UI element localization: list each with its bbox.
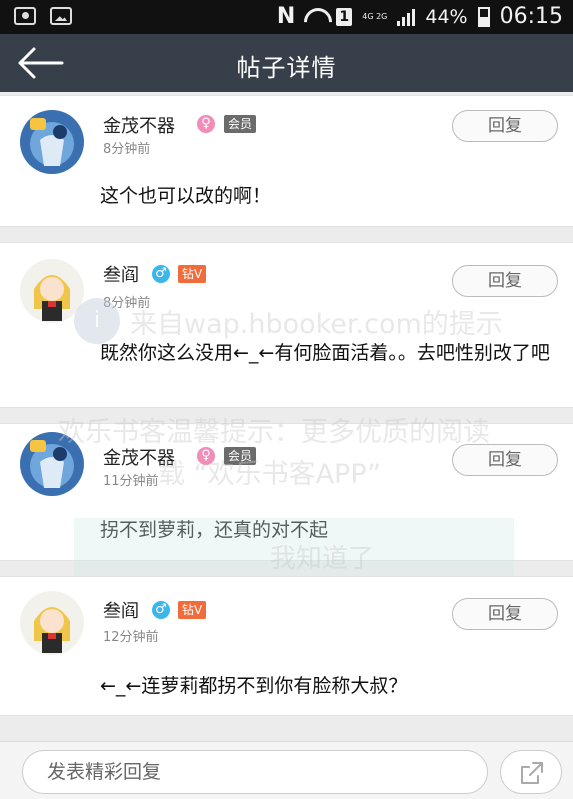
sim-icon: 1 bbox=[336, 7, 353, 26]
share-button[interactable] bbox=[500, 750, 562, 794]
reply-button[interactable]: 回复 bbox=[452, 444, 558, 476]
reply-content: 拐不到萝莉，还真的对不起 bbox=[100, 519, 329, 541]
avatar[interactable] bbox=[20, 432, 84, 496]
reply-card: 叁阎 ♂ 钻V 8分钟前 回复 既然你这么没用←_←有何脸面活着。。去吧性别改了… bbox=[0, 242, 573, 408]
battery-icon bbox=[477, 6, 490, 27]
network-label: 4G 2G bbox=[362, 12, 388, 21]
clock: 06:15 bbox=[499, 4, 563, 29]
post-time: 8分钟前 bbox=[103, 142, 151, 157]
male-icon: ♂ bbox=[152, 265, 170, 283]
carrier-icon: N bbox=[276, 4, 295, 29]
reply-card: 金茂不器 ♀ 会员 8分钟前 回复 这个也可以改的啊！ bbox=[0, 95, 573, 227]
reply-button[interactable]: 回复 bbox=[452, 110, 558, 142]
username[interactable]: 金茂不器 bbox=[103, 444, 175, 470]
female-icon: ♀ bbox=[197, 115, 215, 133]
battery-percent: 44% bbox=[425, 5, 468, 28]
reply-card: 金茂不器 ♀ 会员 11分钟前 回复 拐不到萝莉，还真的对不起 bbox=[0, 423, 573, 561]
reply-card: 叁阎 ♂ 钻V 12分钟前 回复 ←_←连萝莉都拐不到你有脸称大叔？ bbox=[0, 576, 573, 716]
signal-icon bbox=[397, 8, 416, 26]
page-title: 帖子详情 bbox=[236, 54, 337, 82]
reply-content: 这个也可以改的啊！ bbox=[100, 185, 272, 207]
username[interactable]: 叁阎 bbox=[103, 597, 139, 623]
app-header: 帖子详情 bbox=[0, 34, 573, 92]
female-icon: ♀ bbox=[197, 447, 215, 465]
reply-content: 既然你这么没用←_←有何脸面活着。。去吧性别改了吧 bbox=[100, 342, 550, 364]
member-badge: 会员 bbox=[224, 115, 257, 133]
member-badge: 会员 bbox=[224, 447, 257, 465]
post-time: 12分钟前 bbox=[103, 630, 159, 645]
reply-input[interactable] bbox=[22, 750, 488, 794]
vip-badge: 钻V bbox=[178, 265, 207, 283]
reply-content: ←_←连萝莉都拐不到你有脸称大叔？ bbox=[100, 675, 408, 697]
username[interactable]: 金茂不器 bbox=[103, 112, 175, 138]
reply-button[interactable]: 回复 bbox=[452, 265, 558, 297]
avatar[interactable] bbox=[20, 591, 84, 655]
male-icon: ♂ bbox=[152, 601, 170, 619]
avatar[interactable] bbox=[20, 110, 84, 174]
share-icon bbox=[521, 762, 543, 784]
wifi-icon bbox=[304, 8, 326, 26]
reply-bar bbox=[0, 741, 573, 799]
vip-badge: 钻V bbox=[178, 601, 207, 619]
avatar[interactable] bbox=[20, 259, 84, 323]
post-time: 11分钟前 bbox=[103, 474, 159, 489]
reply-button[interactable]: 回复 bbox=[452, 598, 558, 630]
image-icon bbox=[50, 7, 72, 25]
camera-icon bbox=[14, 7, 36, 25]
post-time: 8分钟前 bbox=[103, 296, 151, 311]
status-bar: N 1 4G 2G 44% 06:15 bbox=[0, 0, 573, 34]
username[interactable]: 叁阎 bbox=[103, 261, 139, 287]
